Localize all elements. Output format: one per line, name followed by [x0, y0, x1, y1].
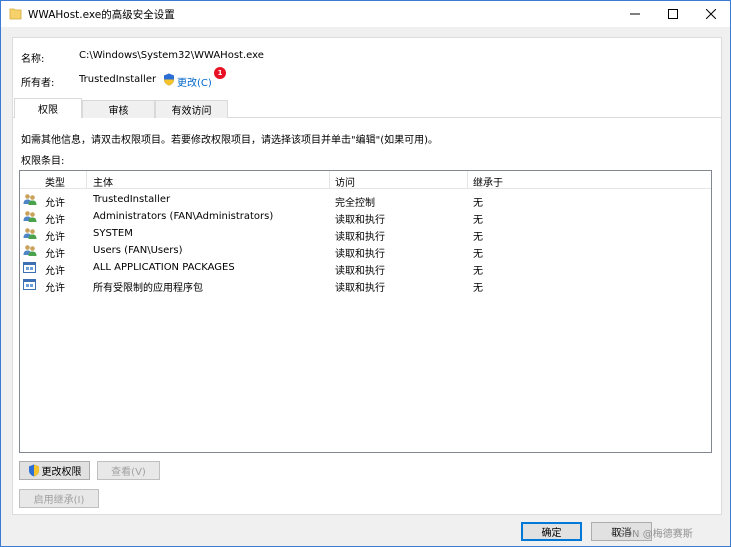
entry-type: 允许 — [45, 232, 65, 243]
minimize-icon — [630, 13, 640, 15]
change-permissions-label: 更改权限 — [41, 467, 82, 478]
name-value: C:\Windows\System32\WWAHost.exe — [79, 50, 264, 61]
owner-value: TrustedInstaller — [79, 74, 157, 85]
table-row[interactable]: 允许 所有受限制的应用程序包 读取和执行 无 — [20, 276, 711, 294]
ok-button[interactable]: 确定 — [521, 522, 582, 541]
entry-inherited: 无 — [473, 266, 483, 277]
entry-inherited: 无 — [473, 215, 483, 226]
entry-principal: Administrators (FAN\Administrators) — [93, 211, 274, 222]
table-row[interactable]: 允许 Users (FAN\Users) 读取和执行 无 — [20, 242, 711, 260]
entry-type: 允许 — [45, 215, 65, 226]
column-separator[interactable] — [467, 171, 468, 189]
entry-inherited: 无 — [473, 232, 483, 243]
entry-type: 允许 — [45, 266, 65, 277]
users-icon — [23, 194, 37, 205]
list-header: 类型 主体 访问 继承于 — [20, 171, 711, 189]
entry-access: 读取和执行 — [335, 232, 385, 243]
users-icon — [23, 211, 37, 222]
ok-label: 确定 — [541, 528, 562, 539]
permission-entries-list[interactable]: 类型 主体 访问 继承于 允许 TrustedInstaller 完全控制 无 — [19, 170, 712, 453]
entry-inherited: 无 — [473, 249, 483, 260]
column-header-principal[interactable]: 主体 — [93, 174, 113, 189]
advanced-security-window: WWAHost.exe的高级安全设置 名称: C:\Windows\System… — [0, 0, 731, 547]
tab-permissions[interactable]: 权限 — [14, 98, 82, 118]
owner-label: 所有者: — [21, 78, 55, 89]
enable-inheritance-button[interactable]: 启用继承(I) — [19, 489, 99, 508]
maximize-icon — [668, 9, 678, 19]
maximize-button[interactable] — [655, 1, 691, 27]
column-header-type[interactable]: 类型 — [45, 174, 65, 189]
notification-badge: 1 — [214, 67, 226, 79]
enable-inheritance-label: 启用继承(I) — [33, 495, 85, 506]
minimize-button[interactable] — [617, 1, 653, 27]
name-label: 名称: — [21, 54, 45, 65]
users-icon — [23, 245, 37, 256]
watermark: CSDN @梅德赛斯 — [611, 529, 693, 540]
entry-type: 允许 — [45, 198, 65, 209]
permissions-hint: 如需其他信息，请双击权限项目。若要修改权限项目，请选择该项目并单击"编辑"(如果… — [21, 135, 439, 146]
column-separator[interactable] — [86, 171, 87, 189]
column-separator[interactable] — [329, 171, 330, 189]
app-package-icon — [23, 279, 36, 290]
table-row[interactable]: 允许 ALL APPLICATION PACKAGES 读取和执行 无 — [20, 259, 711, 277]
column-header-inherited[interactable]: 继承于 — [473, 174, 503, 189]
view-button[interactable]: 查看(V) — [97, 461, 160, 480]
window-title: WWAHost.exe的高级安全设置 — [28, 9, 175, 21]
entry-inherited: 无 — [473, 283, 483, 294]
uac-shield-icon — [28, 464, 39, 477]
entry-principal: TrustedInstaller — [93, 194, 171, 205]
entry-access: 读取和执行 — [335, 266, 385, 277]
file-icon — [9, 8, 22, 20]
entry-access: 读取和执行 — [335, 249, 385, 260]
tab-audit-label: 审核 — [108, 106, 129, 117]
entry-access: 读取和执行 — [335, 215, 385, 226]
tab-audit[interactable]: 审核 — [82, 100, 155, 118]
close-button[interactable] — [693, 1, 729, 27]
entry-type: 允许 — [45, 283, 65, 294]
entry-inherited: 无 — [473, 198, 483, 209]
entry-principal: 所有受限制的应用程序包 — [93, 283, 203, 294]
title-bar[interactable]: WWAHost.exe的高级安全设置 — [1, 1, 730, 27]
table-row[interactable]: 允许 Administrators (FAN\Administrators) 读… — [20, 208, 711, 226]
tab-permissions-label: 权限 — [38, 105, 58, 116]
tab-effective-access[interactable]: 有效访问 — [155, 100, 228, 118]
entry-principal: SYSTEM — [93, 228, 133, 239]
entry-principal: ALL APPLICATION PACKAGES — [93, 262, 235, 273]
permission-entries-label: 权限条目: — [21, 156, 65, 167]
app-package-icon — [23, 262, 36, 273]
table-row[interactable]: 允许 TrustedInstaller 完全控制 无 — [20, 191, 711, 209]
column-header-access[interactable]: 访问 — [335, 174, 355, 189]
main-panel: 名称: C:\Windows\System32\WWAHost.exe 所有者:… — [12, 37, 722, 515]
users-icon — [23, 228, 37, 239]
close-icon — [706, 9, 716, 19]
entry-principal: Users (FAN\Users) — [93, 245, 183, 256]
change-permissions-button[interactable]: 更改权限 — [19, 461, 90, 480]
change-owner-link[interactable]: 更改(C) — [177, 74, 212, 89]
view-label: 查看(V) — [111, 467, 146, 478]
entry-type: 允许 — [45, 249, 65, 260]
tab-effective-access-label: 有效访问 — [171, 106, 212, 117]
entry-access: 完全控制 — [335, 198, 375, 209]
entry-access: 读取和执行 — [335, 283, 385, 294]
table-row[interactable]: 允许 SYSTEM 读取和执行 无 — [20, 225, 711, 243]
uac-shield-icon — [164, 73, 174, 86]
